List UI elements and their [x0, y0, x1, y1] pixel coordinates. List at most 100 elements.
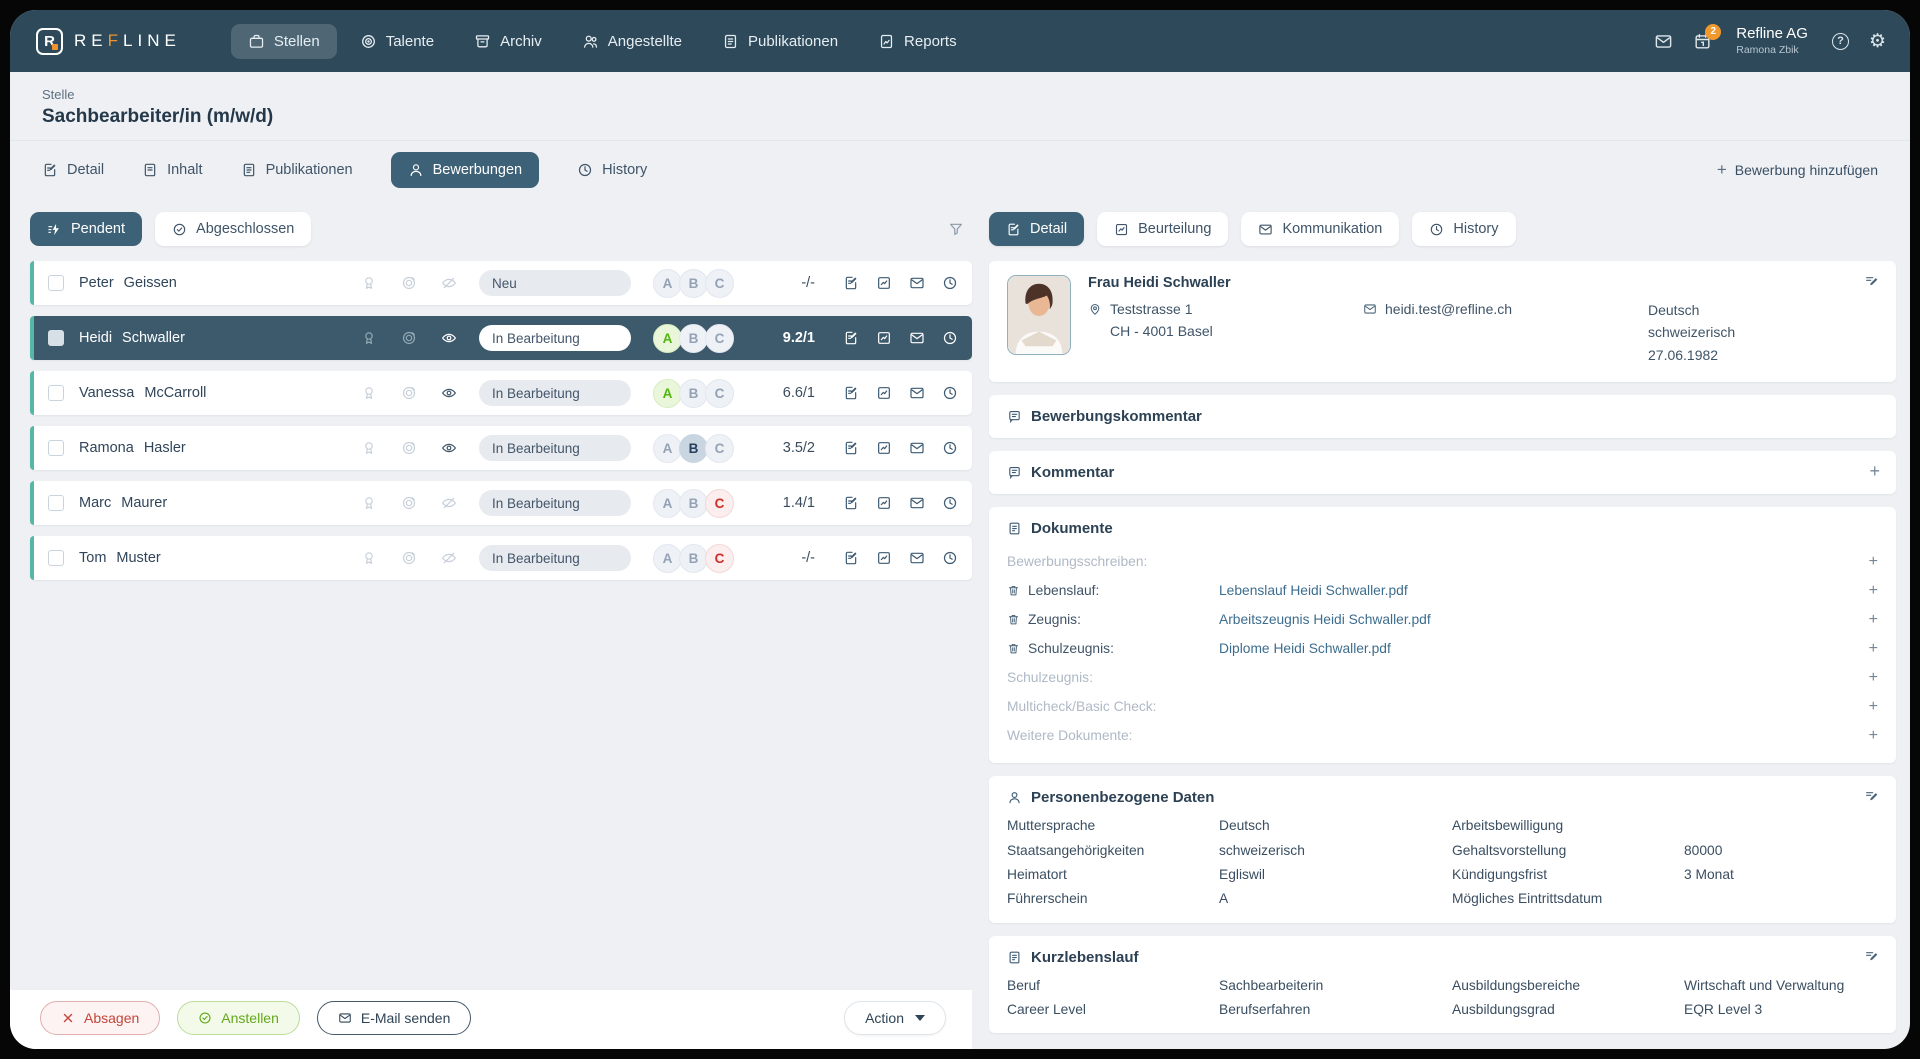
add-document-button[interactable]: +: [1869, 582, 1878, 600]
detail-tab-history[interactable]: History: [1412, 212, 1515, 246]
tab-history[interactable]: History: [577, 162, 647, 178]
trash-icon[interactable]: [1007, 584, 1020, 597]
add-document-button[interactable]: +: [1869, 698, 1878, 716]
grade-badge-a[interactable]: A: [653, 544, 682, 573]
eye-off-icon[interactable]: [441, 275, 457, 291]
eye-off-icon[interactable]: [441, 495, 457, 511]
nav-item-talente[interactable]: Talente: [343, 24, 451, 59]
nav-item-stellen[interactable]: Stellen: [231, 24, 337, 59]
grade-badge-c[interactable]: C: [705, 434, 734, 463]
grade-badge-c[interactable]: C: [705, 269, 734, 298]
mail-icon[interactable]: [909, 550, 925, 566]
medal-icon[interactable]: [361, 385, 377, 401]
grade-badge-b[interactable]: B: [679, 324, 708, 353]
grade-badge-a[interactable]: A: [653, 489, 682, 518]
add-document-button[interactable]: +: [1869, 640, 1878, 658]
target-check-icon[interactable]: [401, 550, 417, 566]
tab-bewerbungen[interactable]: Bewerbungen: [391, 152, 540, 188]
anstellen-button[interactable]: Anstellen: [177, 1001, 300, 1035]
add-kommentar-button[interactable]: +: [1869, 461, 1880, 482]
absagen-button[interactable]: Absagen: [40, 1001, 160, 1035]
chart-square-icon[interactable]: [876, 550, 892, 566]
doc-pen-icon[interactable]: [843, 495, 859, 511]
status-pill[interactable]: In Bearbeitung: [479, 380, 631, 406]
clock-icon[interactable]: [942, 275, 958, 291]
account-menu[interactable]: Refline AG Ramona Zbik: [1736, 25, 1808, 57]
status-pill[interactable]: In Bearbeitung: [479, 435, 631, 461]
grade-badge-c[interactable]: C: [705, 544, 734, 573]
grade-badge-c[interactable]: C: [705, 324, 734, 353]
applicant-row[interactable]: Vanessa McCarroll In Bearbeitung ABC 6.6…: [30, 371, 972, 415]
grade-badge-b[interactable]: B: [679, 489, 708, 518]
mail-icon[interactable]: [909, 495, 925, 511]
target-check-icon[interactable]: [401, 275, 417, 291]
grade-badge-a[interactable]: A: [653, 269, 682, 298]
email-senden-button[interactable]: E-Mail senden: [317, 1001, 472, 1035]
mail-icon[interactable]: [909, 275, 925, 291]
medal-icon[interactable]: [361, 550, 377, 566]
row-checkbox[interactable]: [48, 495, 64, 511]
add-application-button[interactable]: + Bewerbung hinzufügen: [1717, 160, 1878, 180]
chart-square-icon[interactable]: [876, 385, 892, 401]
row-checkbox[interactable]: [48, 275, 64, 291]
document-file-link[interactable]: Arbeitszeugnis Heidi Schwaller.pdf: [1219, 612, 1431, 627]
eye-icon[interactable]: [441, 330, 457, 346]
add-document-button[interactable]: +: [1869, 611, 1878, 629]
medal-icon[interactable]: [361, 330, 377, 346]
mail-icon[interactable]: [1654, 32, 1673, 51]
clock-icon[interactable]: [942, 495, 958, 511]
tab-publikationen[interactable]: Publikationen: [241, 162, 353, 178]
medal-icon[interactable]: [361, 440, 377, 456]
tab-detail[interactable]: Detail: [42, 162, 104, 178]
clock-icon[interactable]: [942, 330, 958, 346]
detail-tab-beurteilung[interactable]: Beurteilung: [1097, 212, 1228, 246]
gear-icon[interactable]: ⚙: [1869, 32, 1886, 51]
mail-icon[interactable]: [909, 385, 925, 401]
clock-icon[interactable]: [942, 550, 958, 566]
nav-item-archiv[interactable]: Archiv: [457, 24, 559, 59]
add-document-button[interactable]: +: [1869, 669, 1878, 687]
tab-inhalt[interactable]: Inhalt: [142, 162, 202, 178]
grade-badge-b[interactable]: B: [679, 544, 708, 573]
eye-off-icon[interactable]: [441, 550, 457, 566]
chart-square-icon[interactable]: [876, 440, 892, 456]
mail-icon[interactable]: [909, 330, 925, 346]
status-pill[interactable]: Neu: [479, 270, 631, 296]
applicant-row[interactable]: Tom Muster In Bearbeitung ABC -/-: [30, 536, 972, 580]
doc-pen-icon[interactable]: [843, 385, 859, 401]
filter-abgeschlossen-button[interactable]: Abgeschlossen: [155, 212, 311, 246]
clock-icon[interactable]: [942, 385, 958, 401]
edit-icon[interactable]: [1864, 273, 1880, 289]
medal-icon[interactable]: [361, 495, 377, 511]
target-check-icon[interactable]: [401, 330, 417, 346]
target-check-icon[interactable]: [401, 495, 417, 511]
trash-icon[interactable]: [1007, 642, 1020, 655]
action-dropdown[interactable]: Action: [844, 1001, 946, 1035]
grade-badge-c[interactable]: C: [705, 379, 734, 408]
nav-item-angestellte[interactable]: Angestellte: [565, 24, 699, 59]
edit-icon[interactable]: [1864, 788, 1880, 804]
nav-item-publikationen[interactable]: Publikationen: [705, 24, 855, 59]
doc-pen-icon[interactable]: [843, 330, 859, 346]
row-checkbox[interactable]: [48, 330, 64, 346]
clock-icon[interactable]: [942, 440, 958, 456]
person-email[interactable]: heidi.test@refline.ch: [1385, 299, 1512, 321]
nav-item-reports[interactable]: Reports: [861, 24, 974, 59]
grade-badge-a[interactable]: A: [653, 324, 682, 353]
mail-icon[interactable]: [909, 440, 925, 456]
add-document-button[interactable]: +: [1869, 727, 1878, 745]
status-pill[interactable]: In Bearbeitung: [479, 490, 631, 516]
filter-funnel-icon[interactable]: [948, 221, 964, 237]
filter-pendent-button[interactable]: Pendent: [30, 212, 142, 246]
target-check-icon[interactable]: [401, 385, 417, 401]
grade-badge-c[interactable]: C: [705, 489, 734, 518]
chart-square-icon[interactable]: [876, 330, 892, 346]
grade-badge-a[interactable]: A: [653, 434, 682, 463]
document-file-link[interactable]: Diplome Heidi Schwaller.pdf: [1219, 641, 1391, 656]
edit-icon[interactable]: [1864, 948, 1880, 964]
applicant-row[interactable]: Peter Geissen Neu ABC -/-: [30, 261, 972, 305]
grade-badge-b[interactable]: B: [679, 379, 708, 408]
detail-tab-kommunikation[interactable]: Kommunikation: [1241, 212, 1399, 246]
target-check-icon[interactable]: [401, 440, 417, 456]
help-icon[interactable]: ?: [1832, 33, 1849, 50]
